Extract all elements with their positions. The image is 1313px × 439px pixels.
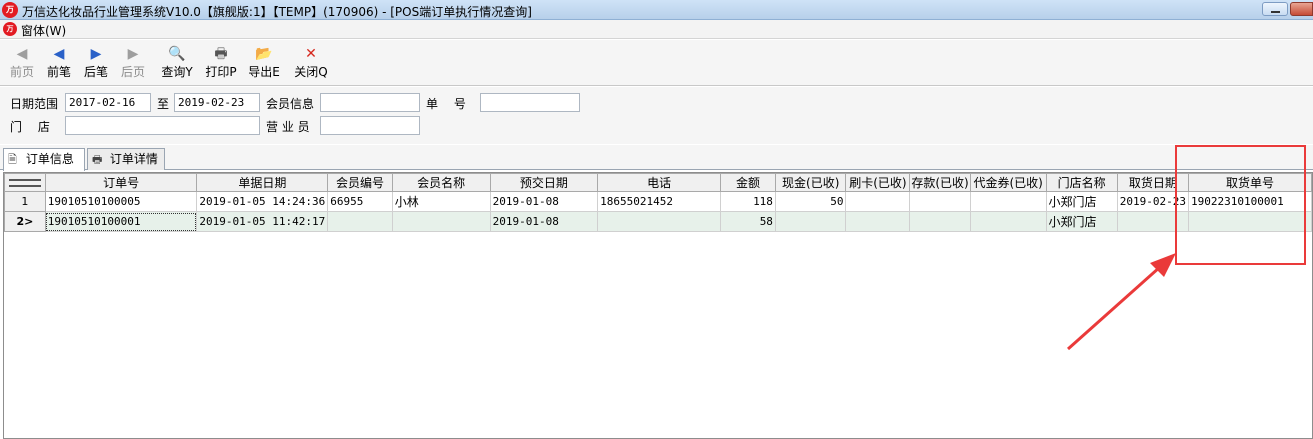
table-cell[interactable]: 小林 <box>391 191 491 212</box>
query-button[interactable]: 🔍 查询Y <box>160 44 194 84</box>
table-cell[interactable]: 2019-01-08 <box>489 191 599 212</box>
document-icon: 🗎 <box>8 153 17 166</box>
table-cell[interactable] <box>845 191 911 212</box>
order-no-label: 单 号 <box>426 97 466 111</box>
print-preview-icon: 🖶 <box>92 153 103 166</box>
menu-item-window[interactable]: 窗体(W) <box>21 22 66 39</box>
next-record-button[interactable]: ▶ 后笔 <box>82 44 110 84</box>
column-header[interactable]: 代金券(已收) <box>969 173 1047 192</box>
column-header[interactable]: 存款(已收) <box>909 173 971 192</box>
title-bar: 万 万信达化妆品行业管理系统V10.0【旗舰版:1】【TEMP】(170906)… <box>0 0 1313 20</box>
tab-order-detail[interactable]: 🖶 订单详情 <box>87 148 165 170</box>
column-header[interactable]: 电话 <box>597 173 722 192</box>
corner-cell[interactable] <box>4 173 46 192</box>
print-icon: 🖶 <box>214 46 228 62</box>
to-label: 至 <box>157 97 170 111</box>
annotation-highlight-box <box>1175 145 1306 265</box>
table-cell[interactable]: 50 <box>774 191 847 212</box>
member-input[interactable] <box>320 93 420 112</box>
store-label: 门 店 <box>10 120 50 134</box>
member-label: 会员信息 <box>266 97 315 111</box>
table-cell[interactable]: 18655021452 <box>597 191 722 212</box>
column-header[interactable]: 门店名称 <box>1045 173 1118 192</box>
table-header-row: 订单号 单据日期 会员编号 会员名称 预交日期 电话 金额 现金(已收) 刷卡(… <box>4 173 1313 192</box>
prev-record-button[interactable]: ◀ 前笔 <box>45 44 73 84</box>
close-icon: ✕ <box>305 46 317 62</box>
table-cell[interactable]: 2019-01-08 <box>489 211 599 232</box>
prev-page-button[interactable]: ◀ 前页 <box>8 44 36 84</box>
row-indicator[interactable]: 1 <box>4 191 46 212</box>
column-header[interactable]: 订单号 <box>44 173 198 192</box>
date-from-input[interactable] <box>65 93 151 112</box>
salesperson-input[interactable] <box>320 116 420 135</box>
column-header[interactable]: 金额 <box>720 173 776 192</box>
table-cell[interactable]: 66955 <box>327 191 393 212</box>
toolbar: ◀ 前页 ◀ 前笔 ▶ 后笔 ▶ 后页 🔍 查询Y 🖶 打印P 📂 导出E ✕ … <box>0 40 1313 86</box>
app-logo-icon: 万 <box>2 2 18 18</box>
column-header[interactable]: 预交日期 <box>489 173 599 192</box>
table-cell[interactable] <box>327 211 393 232</box>
order-no-input[interactable] <box>480 93 580 112</box>
minimize-button[interactable] <box>1262 2 1288 16</box>
column-header[interactable]: 单据日期 <box>196 173 329 192</box>
column-header[interactable]: 现金(已收) <box>774 173 847 192</box>
table-cell[interactable]: 19010510100005 <box>44 191 198 212</box>
table-cell[interactable]: 58 <box>720 211 776 232</box>
table-cell[interactable] <box>597 211 722 232</box>
column-header[interactable]: 会员名称 <box>391 173 491 192</box>
next-record-icon: ▶ <box>90 46 102 62</box>
window-title: 万信达化妆品行业管理系统V10.0【旗舰版:1】【TEMP】(170906) -… <box>22 5 532 19</box>
table-cell[interactable] <box>969 211 1047 232</box>
table-cell[interactable]: 小郑门店 <box>1045 191 1118 212</box>
select-all-icon <box>8 178 41 187</box>
table-cell[interactable]: 2019-01-05 11:42:17 <box>196 211 329 232</box>
menu-logo-icon: 万 <box>3 22 17 36</box>
column-header[interactable]: 会员编号 <box>327 173 393 192</box>
table-cell[interactable]: 小郑门店 <box>1045 211 1118 232</box>
date-to-input[interactable] <box>174 93 260 112</box>
table-row[interactable]: 2> 19010510100001 2019-01-05 11:42:17 20… <box>4 211 1313 232</box>
order-table: 订单号 单据日期 会员编号 会员名称 预交日期 电话 金额 现金(已收) 刷卡(… <box>4 173 1313 232</box>
table-cell[interactable] <box>969 191 1047 212</box>
salesperson-label: 营 业 员 <box>266 120 310 134</box>
tab-order-info[interactable]: 🗎 订单信息 <box>3 148 85 171</box>
prev-record-icon: ◀ <box>53 46 65 62</box>
table-cell[interactable] <box>391 211 491 232</box>
table-cell[interactable] <box>909 211 971 232</box>
print-button[interactable]: 🖶 打印P <box>204 44 238 84</box>
next-page-button[interactable]: ▶ 后页 <box>119 44 147 84</box>
order-grid[interactable]: 订单号 单据日期 会员编号 会员名称 预交日期 电话 金额 现金(已收) 刷卡(… <box>3 172 1313 439</box>
prev-page-icon: ◀ <box>16 46 28 62</box>
export-icon: 📂 <box>255 46 273 62</box>
store-input[interactable] <box>65 116 260 135</box>
close-button[interactable]: ✕ 关闭Q <box>294 44 328 84</box>
export-button[interactable]: 📂 导出E <box>247 44 281 84</box>
table-cell[interactable]: 19010510100001 <box>44 211 198 232</box>
table-cell[interactable] <box>909 191 971 212</box>
table-cell[interactable]: 2019-01-05 14:24:36 <box>196 191 329 212</box>
table-cell[interactable] <box>845 211 911 232</box>
row-indicator[interactable]: 2> <box>4 211 46 232</box>
table-cell[interactable]: 118 <box>720 191 776 212</box>
tab-strip: 🗎 订单信息 🖶 订单详情 <box>0 145 1313 171</box>
menu-bar: 万 窗体(W) <box>0 20 1313 39</box>
column-header[interactable]: 刷卡(已收) <box>845 173 911 192</box>
table-cell[interactable] <box>774 211 847 232</box>
table-row[interactable]: 1 19010510100005 2019-01-05 14:24:36 669… <box>4 191 1313 212</box>
query-icon: 🔍 <box>168 46 186 62</box>
filter-panel: 日期范围 至 会员信息 单 号 门 店 营 业 员 <box>0 87 1313 144</box>
window-close-button[interactable] <box>1290 2 1313 16</box>
next-page-icon: ▶ <box>127 46 139 62</box>
date-range-label: 日期范围 <box>10 97 59 111</box>
